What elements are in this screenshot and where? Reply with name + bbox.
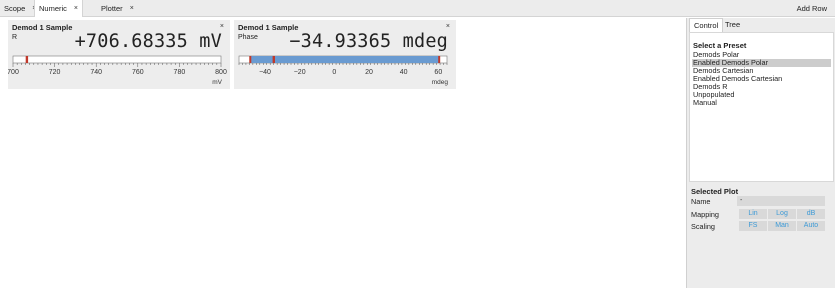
scaling-man-button[interactable]: Man	[768, 221, 796, 231]
tab-bar: Scope × Numeric × Plotter × Add Row	[0, 0, 835, 17]
tab-label: Numeric	[39, 4, 67, 13]
numeric-widget-phase: Demod 1 Sample × Phase −34.93365 mdeg −4…	[234, 20, 456, 89]
tick-label: 60	[434, 69, 442, 76]
tick-label: 0	[332, 69, 336, 76]
tab-numeric[interactable]: Numeric ×	[34, 0, 84, 17]
gauge-scale: −40 −20 0 20 40 60	[238, 55, 448, 76]
gauge-max-marker	[438, 56, 441, 63]
gauge-marker	[272, 56, 275, 63]
control-pane: Select a Preset Demods Polar Enabled Dem…	[689, 32, 834, 182]
numeric-widget-r: Demod 1 Sample × R +706.68335 mV 700 720 7…	[8, 20, 230, 89]
add-row-button[interactable]: Add Row	[797, 0, 827, 17]
gauge-min-marker	[249, 56, 252, 63]
panel-tabs: Control Tree	[687, 18, 835, 32]
gauge-bar	[12, 55, 222, 64]
tick-label: 760	[132, 69, 144, 76]
plot-name-field[interactable]: -	[737, 196, 825, 206]
tab-plotter[interactable]: Plotter ×	[101, 0, 134, 17]
tab-scope[interactable]: Scope ×	[4, 0, 36, 17]
tick-label: −20	[294, 69, 306, 76]
close-icon[interactable]: ×	[130, 5, 134, 12]
scaling-fs-button[interactable]: FS	[739, 221, 767, 231]
tick-label: 800	[215, 69, 227, 76]
gauge-scale: 700 720 740 760 780 800	[8, 55, 227, 76]
tick-label: 740	[90, 69, 102, 76]
unit-label: mdeg	[431, 79, 448, 86]
scaling-label: Scaling	[691, 222, 715, 231]
tab-control[interactable]: Control	[689, 18, 724, 32]
gauge-marker	[25, 56, 29, 63]
tick-label: 720	[49, 69, 61, 76]
mapping-label: Mapping	[691, 210, 719, 219]
tick-label: 20	[365, 69, 373, 76]
gauge-fill	[250, 56, 440, 63]
mapping-lin-button[interactable]: Lin	[739, 209, 767, 219]
tab-label: Plotter	[101, 4, 123, 13]
selected-plot-title: Selected Plot	[691, 187, 739, 196]
tick-label: 780	[174, 69, 186, 76]
side-panel: Control Tree Select a Preset Demods Pola…	[686, 18, 835, 288]
name-label: Name	[691, 197, 711, 206]
close-icon[interactable]: ×	[74, 5, 78, 12]
preset-item[interactable]: Manual	[692, 99, 831, 107]
tick-label: 700	[8, 69, 19, 76]
tab-label: Scope	[4, 4, 26, 13]
mapping-db-button[interactable]: dB	[797, 209, 825, 219]
mapping-log-button[interactable]: Log	[768, 209, 796, 219]
preset-section-title: Select a Preset	[693, 41, 747, 50]
tick-label: 40	[400, 69, 408, 76]
tab-tree[interactable]: Tree	[721, 18, 744, 32]
unit-label: mV	[212, 79, 222, 86]
scaling-auto-button[interactable]: Auto	[797, 221, 825, 231]
tick-label: −40	[259, 69, 271, 76]
